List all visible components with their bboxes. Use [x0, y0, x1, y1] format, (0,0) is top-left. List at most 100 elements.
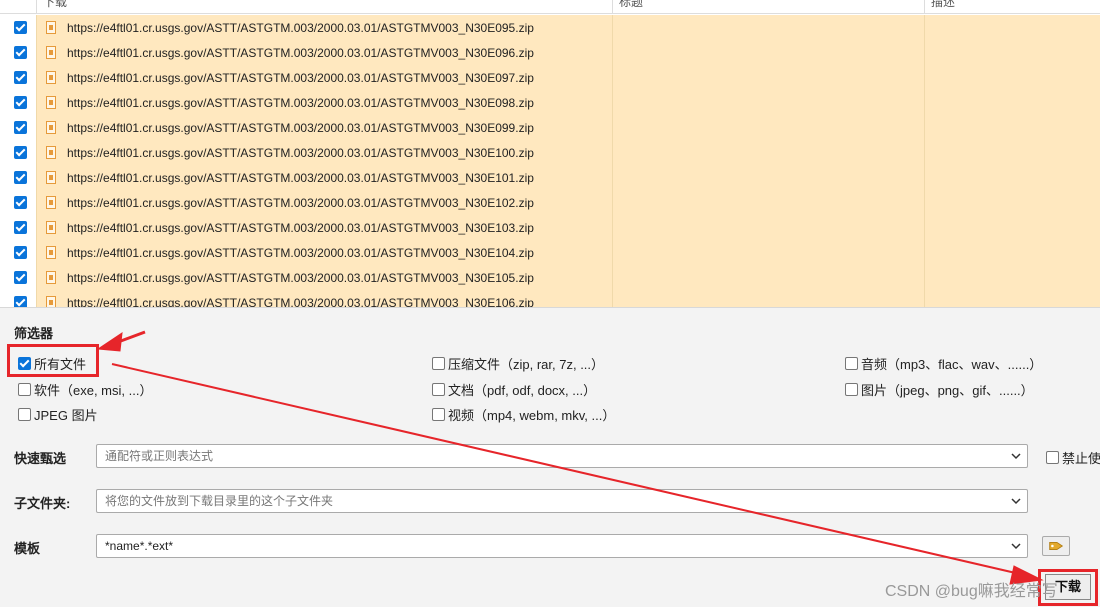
filter-audio[interactable]: 音频（mp3、flac、wav、......）	[845, 354, 1042, 373]
row-title-cell[interactable]	[612, 290, 924, 307]
checkbox-icon[interactable]	[845, 383, 858, 396]
row-description-cell[interactable]	[924, 190, 1100, 215]
row-title-cell[interactable]	[612, 65, 924, 90]
row-url-cell[interactable]: https://e4ftl01.cr.usgs.gov/ASTT/ASTGTM.…	[36, 165, 612, 190]
row-url-cell[interactable]: https://e4ftl01.cr.usgs.gov/ASTT/ASTGTM.…	[36, 15, 612, 40]
row-url-cell[interactable]: https://e4ftl01.cr.usgs.gov/ASTT/ASTGTM.…	[36, 90, 612, 115]
checkbox-icon[interactable]	[432, 357, 445, 370]
row-description-cell[interactable]	[924, 165, 1100, 190]
row-url-cell[interactable]: https://e4ftl01.cr.usgs.gov/ASTT/ASTGTM.…	[36, 40, 612, 65]
row-title-cell[interactable]	[612, 140, 924, 165]
row-title-cell[interactable]	[612, 265, 924, 290]
checkbox-checked-icon[interactable]	[14, 271, 27, 284]
table-row[interactable]: https://e4ftl01.cr.usgs.gov/ASTT/ASTGTM.…	[0, 215, 1100, 240]
row-select-cell[interactable]	[0, 90, 36, 115]
checkbox-checked-icon[interactable]	[14, 296, 27, 307]
column-title[interactable]: 标题	[612, 0, 924, 14]
row-description-cell[interactable]	[924, 115, 1100, 140]
row-title-cell[interactable]	[612, 215, 924, 240]
row-title-cell[interactable]	[612, 165, 924, 190]
table-row[interactable]: https://e4ftl01.cr.usgs.gov/ASTT/ASTGTM.…	[0, 290, 1100, 307]
checkbox-checked-icon[interactable]	[14, 146, 27, 159]
row-url-cell[interactable]: https://e4ftl01.cr.usgs.gov/ASTT/ASTGTM.…	[36, 115, 612, 140]
checkbox-checked-icon[interactable]	[14, 96, 27, 109]
checkbox-icon[interactable]	[18, 408, 31, 421]
table-row[interactable]: https://e4ftl01.cr.usgs.gov/ASTT/ASTGTM.…	[0, 165, 1100, 190]
row-title-cell[interactable]	[612, 240, 924, 265]
row-title-cell[interactable]	[612, 115, 924, 140]
table-row[interactable]: https://e4ftl01.cr.usgs.gov/ASTT/ASTGTM.…	[0, 240, 1100, 265]
chevron-down-icon[interactable]	[1011, 451, 1021, 461]
row-title-cell[interactable]	[612, 90, 924, 115]
filter-image[interactable]: 图片（jpeg、png、gif、......）	[845, 380, 1034, 399]
checkbox-checked-icon[interactable]	[14, 121, 27, 134]
row-select-cell[interactable]	[0, 140, 36, 165]
checkbox-icon[interactable]	[18, 383, 31, 396]
row-url-cell[interactable]: https://e4ftl01.cr.usgs.gov/ASTT/ASTGTM.…	[36, 190, 612, 215]
checkbox-checked-icon[interactable]	[14, 246, 27, 259]
row-title-cell[interactable]	[612, 190, 924, 215]
row-title-cell[interactable]	[612, 40, 924, 65]
row-select-cell[interactable]	[0, 265, 36, 290]
file-icon	[46, 21, 56, 34]
row-url-cell[interactable]: https://e4ftl01.cr.usgs.gov/ASTT/ASTGTM.…	[36, 240, 612, 265]
filter-panel: 筛选器 所有文件 软件（exe, msi, ...） JPEG 图片 压缩文件（…	[0, 309, 1100, 607]
checkbox-checked-icon[interactable]	[14, 46, 27, 59]
filter-archive[interactable]: 压缩文件（zip, rar, 7z, ...）	[432, 354, 604, 373]
table-row[interactable]: https://e4ftl01.cr.usgs.gov/ASTT/ASTGTM.…	[0, 190, 1100, 215]
checkbox-checked-icon[interactable]	[14, 221, 27, 234]
filter-document[interactable]: 文档（pdf, odf, docx, ...）	[432, 380, 596, 399]
template-input[interactable]: *name*.*ext*	[96, 534, 1028, 558]
checkbox-icon[interactable]	[1046, 451, 1059, 464]
row-description-cell[interactable]	[924, 290, 1100, 307]
checkbox-icon[interactable]	[432, 408, 445, 421]
row-title-cell[interactable]	[612, 15, 924, 40]
quick-filter-input[interactable]: 通配符或正则表达式	[96, 444, 1028, 468]
row-description-cell[interactable]	[924, 265, 1100, 290]
row-description-cell[interactable]	[924, 15, 1100, 40]
row-description-cell[interactable]	[924, 90, 1100, 115]
row-url-cell[interactable]: https://e4ftl01.cr.usgs.gov/ASTT/ASTGTM.…	[36, 140, 612, 165]
checkbox-checked-icon[interactable]	[14, 71, 27, 84]
checkbox-icon[interactable]	[432, 383, 445, 396]
row-description-cell[interactable]	[924, 240, 1100, 265]
row-url-cell[interactable]: https://e4ftl01.cr.usgs.gov/ASTT/ASTGTM.…	[36, 215, 612, 240]
row-url-cell[interactable]: https://e4ftl01.cr.usgs.gov/ASTT/ASTGTM.…	[36, 265, 612, 290]
checkbox-checked-icon[interactable]	[14, 21, 27, 34]
row-select-cell[interactable]	[0, 190, 36, 215]
table-row[interactable]: https://e4ftl01.cr.usgs.gov/ASTT/ASTGTM.…	[0, 140, 1100, 165]
chevron-down-icon[interactable]	[1011, 496, 1021, 506]
column-description[interactable]: 描述	[924, 0, 1100, 14]
checkbox-checked-icon[interactable]	[14, 196, 27, 209]
row-description-cell[interactable]	[924, 140, 1100, 165]
row-select-cell[interactable]	[0, 115, 36, 140]
row-description-cell[interactable]	[924, 215, 1100, 240]
filter-video[interactable]: 视频（mp4, webm, mkv, ...）	[432, 405, 615, 424]
row-url-cell[interactable]: https://e4ftl01.cr.usgs.gov/ASTT/ASTGTM.…	[36, 290, 612, 307]
row-select-cell[interactable]	[0, 15, 36, 40]
row-description-cell[interactable]	[924, 40, 1100, 65]
table-row[interactable]: https://e4ftl01.cr.usgs.gov/ASTT/ASTGTM.…	[0, 115, 1100, 140]
row-select-cell[interactable]	[0, 65, 36, 90]
table-row[interactable]: https://e4ftl01.cr.usgs.gov/ASTT/ASTGTM.…	[0, 65, 1100, 90]
table-row[interactable]: https://e4ftl01.cr.usgs.gov/ASTT/ASTGTM.…	[0, 15, 1100, 40]
tag-button[interactable]	[1042, 536, 1070, 556]
row-select-cell[interactable]	[0, 40, 36, 65]
row-select-cell[interactable]	[0, 290, 36, 307]
checkbox-icon[interactable]	[845, 357, 858, 370]
table-row[interactable]: https://e4ftl01.cr.usgs.gov/ASTT/ASTGTM.…	[0, 90, 1100, 115]
checkbox-checked-icon[interactable]	[14, 171, 27, 184]
table-row[interactable]: https://e4ftl01.cr.usgs.gov/ASTT/ASTGTM.…	[0, 265, 1100, 290]
row-select-cell[interactable]	[0, 215, 36, 240]
table-row[interactable]: https://e4ftl01.cr.usgs.gov/ASTT/ASTGTM.…	[0, 40, 1100, 65]
filter-jpeg[interactable]: JPEG 图片	[18, 405, 98, 424]
chevron-down-icon[interactable]	[1011, 541, 1021, 551]
row-url-cell[interactable]: https://e4ftl01.cr.usgs.gov/ASTT/ASTGTM.…	[36, 65, 612, 90]
row-select-cell[interactable]	[0, 240, 36, 265]
filter-software[interactable]: 软件（exe, msi, ...）	[18, 380, 152, 399]
row-select-cell[interactable]	[0, 165, 36, 190]
subfolder-input[interactable]: 将您的文件放到下载目录里的这个子文件夹	[96, 489, 1028, 513]
column-download[interactable]: 下载	[36, 0, 612, 14]
disable-filter-toggle[interactable]: 禁止使	[1046, 448, 1100, 467]
row-description-cell[interactable]	[924, 65, 1100, 90]
